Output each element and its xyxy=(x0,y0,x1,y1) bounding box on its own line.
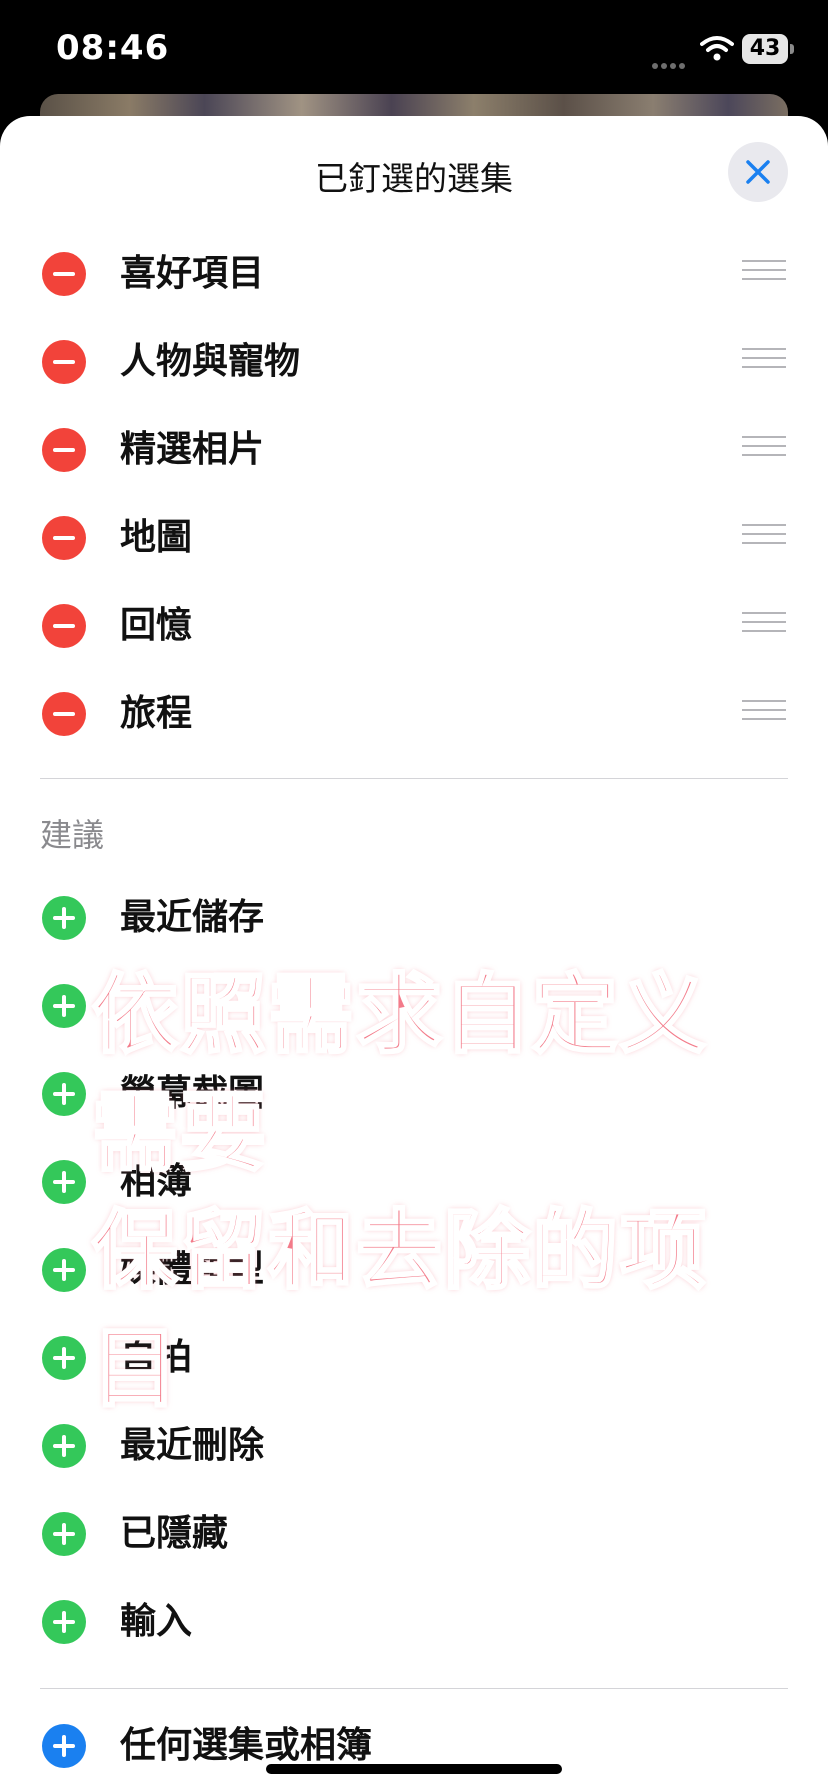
reorder-handle-icon[interactable] xyxy=(742,436,786,464)
add-button[interactable] xyxy=(42,896,86,940)
xmark-icon xyxy=(746,160,770,184)
status-bar: 08:46 43 xyxy=(0,0,828,100)
row-label: 地圖 xyxy=(120,517,193,558)
reorder-handle-icon[interactable] xyxy=(742,612,786,640)
suggestion-row: 輸入 xyxy=(0,1578,828,1666)
row-label: 任何選集或相簿 xyxy=(120,1725,373,1766)
suggestion-row: 最近儲存 xyxy=(0,874,828,962)
reorder-handle-icon[interactable] xyxy=(742,524,786,552)
add-button[interactable] xyxy=(42,1160,86,1204)
pinned-row: 旅程 xyxy=(0,670,828,758)
overlay-caption: 依照需求自定义需要 保留和去除的项目 xyxy=(91,956,792,1428)
section-divider xyxy=(40,778,788,779)
pinned-row: 喜好項目 xyxy=(0,230,828,318)
remove-button[interactable] xyxy=(42,428,86,472)
row-label: 精選相片 xyxy=(120,429,265,470)
battery-level: 43 xyxy=(742,34,788,64)
row-label: 人物與寵物 xyxy=(120,341,301,382)
remove-button[interactable] xyxy=(42,692,86,736)
suggestions-header: 建議 xyxy=(40,816,105,854)
add-button[interactable] xyxy=(42,1072,86,1116)
pinned-row: 人物與寵物 xyxy=(0,318,828,406)
pinned-row: 地圖 xyxy=(0,494,828,582)
battery-icon: 43 xyxy=(742,34,794,64)
status-time: 08:46 xyxy=(56,28,170,68)
row-label: 最近儲存 xyxy=(120,897,265,938)
pinned-collections-sheet: 已釘選的選集 喜好項目 人物與寵物 精選相片 地圖 回憶 旅程 建議 最近儲存 … xyxy=(0,116,828,1792)
add-button[interactable] xyxy=(42,1248,86,1292)
row-label: 回憶 xyxy=(120,605,193,646)
remove-button[interactable] xyxy=(42,252,86,296)
remove-button[interactable] xyxy=(42,516,86,560)
pinned-row: 回憶 xyxy=(0,582,828,670)
suggestion-row: 已隱藏 xyxy=(0,1490,828,1578)
cellular-signal-icon xyxy=(652,54,690,69)
remove-button[interactable] xyxy=(42,340,86,384)
home-indicator[interactable] xyxy=(266,1764,562,1774)
add-button[interactable] xyxy=(42,1424,86,1468)
sheet-title: 已釘選的選集 xyxy=(315,159,513,198)
caption-line: 保留和去除的项目 xyxy=(91,1200,708,1421)
add-button[interactable] xyxy=(42,1600,86,1644)
row-label: 旅程 xyxy=(120,693,193,734)
add-button[interactable] xyxy=(42,1336,86,1380)
close-button[interactable] xyxy=(728,142,788,202)
caption-line: 依照需求自定义需要 xyxy=(91,964,708,1185)
wifi-icon xyxy=(700,36,734,61)
pinned-row: 精選相片 xyxy=(0,406,828,494)
section-divider xyxy=(40,1688,788,1689)
row-label: 喜好項目 xyxy=(120,253,265,294)
reorder-handle-icon[interactable] xyxy=(742,700,786,728)
reorder-handle-icon[interactable] xyxy=(742,348,786,376)
add-collection-button[interactable] xyxy=(42,1724,86,1768)
add-button[interactable] xyxy=(42,984,86,1028)
add-button[interactable] xyxy=(42,1512,86,1556)
remove-button[interactable] xyxy=(42,604,86,648)
any-collection-row: 任何選集或相簿 xyxy=(0,1702,828,1790)
row-label: 輸入 xyxy=(120,1601,193,1642)
reorder-handle-icon[interactable] xyxy=(742,260,786,288)
row-label: 已隱藏 xyxy=(120,1513,229,1554)
